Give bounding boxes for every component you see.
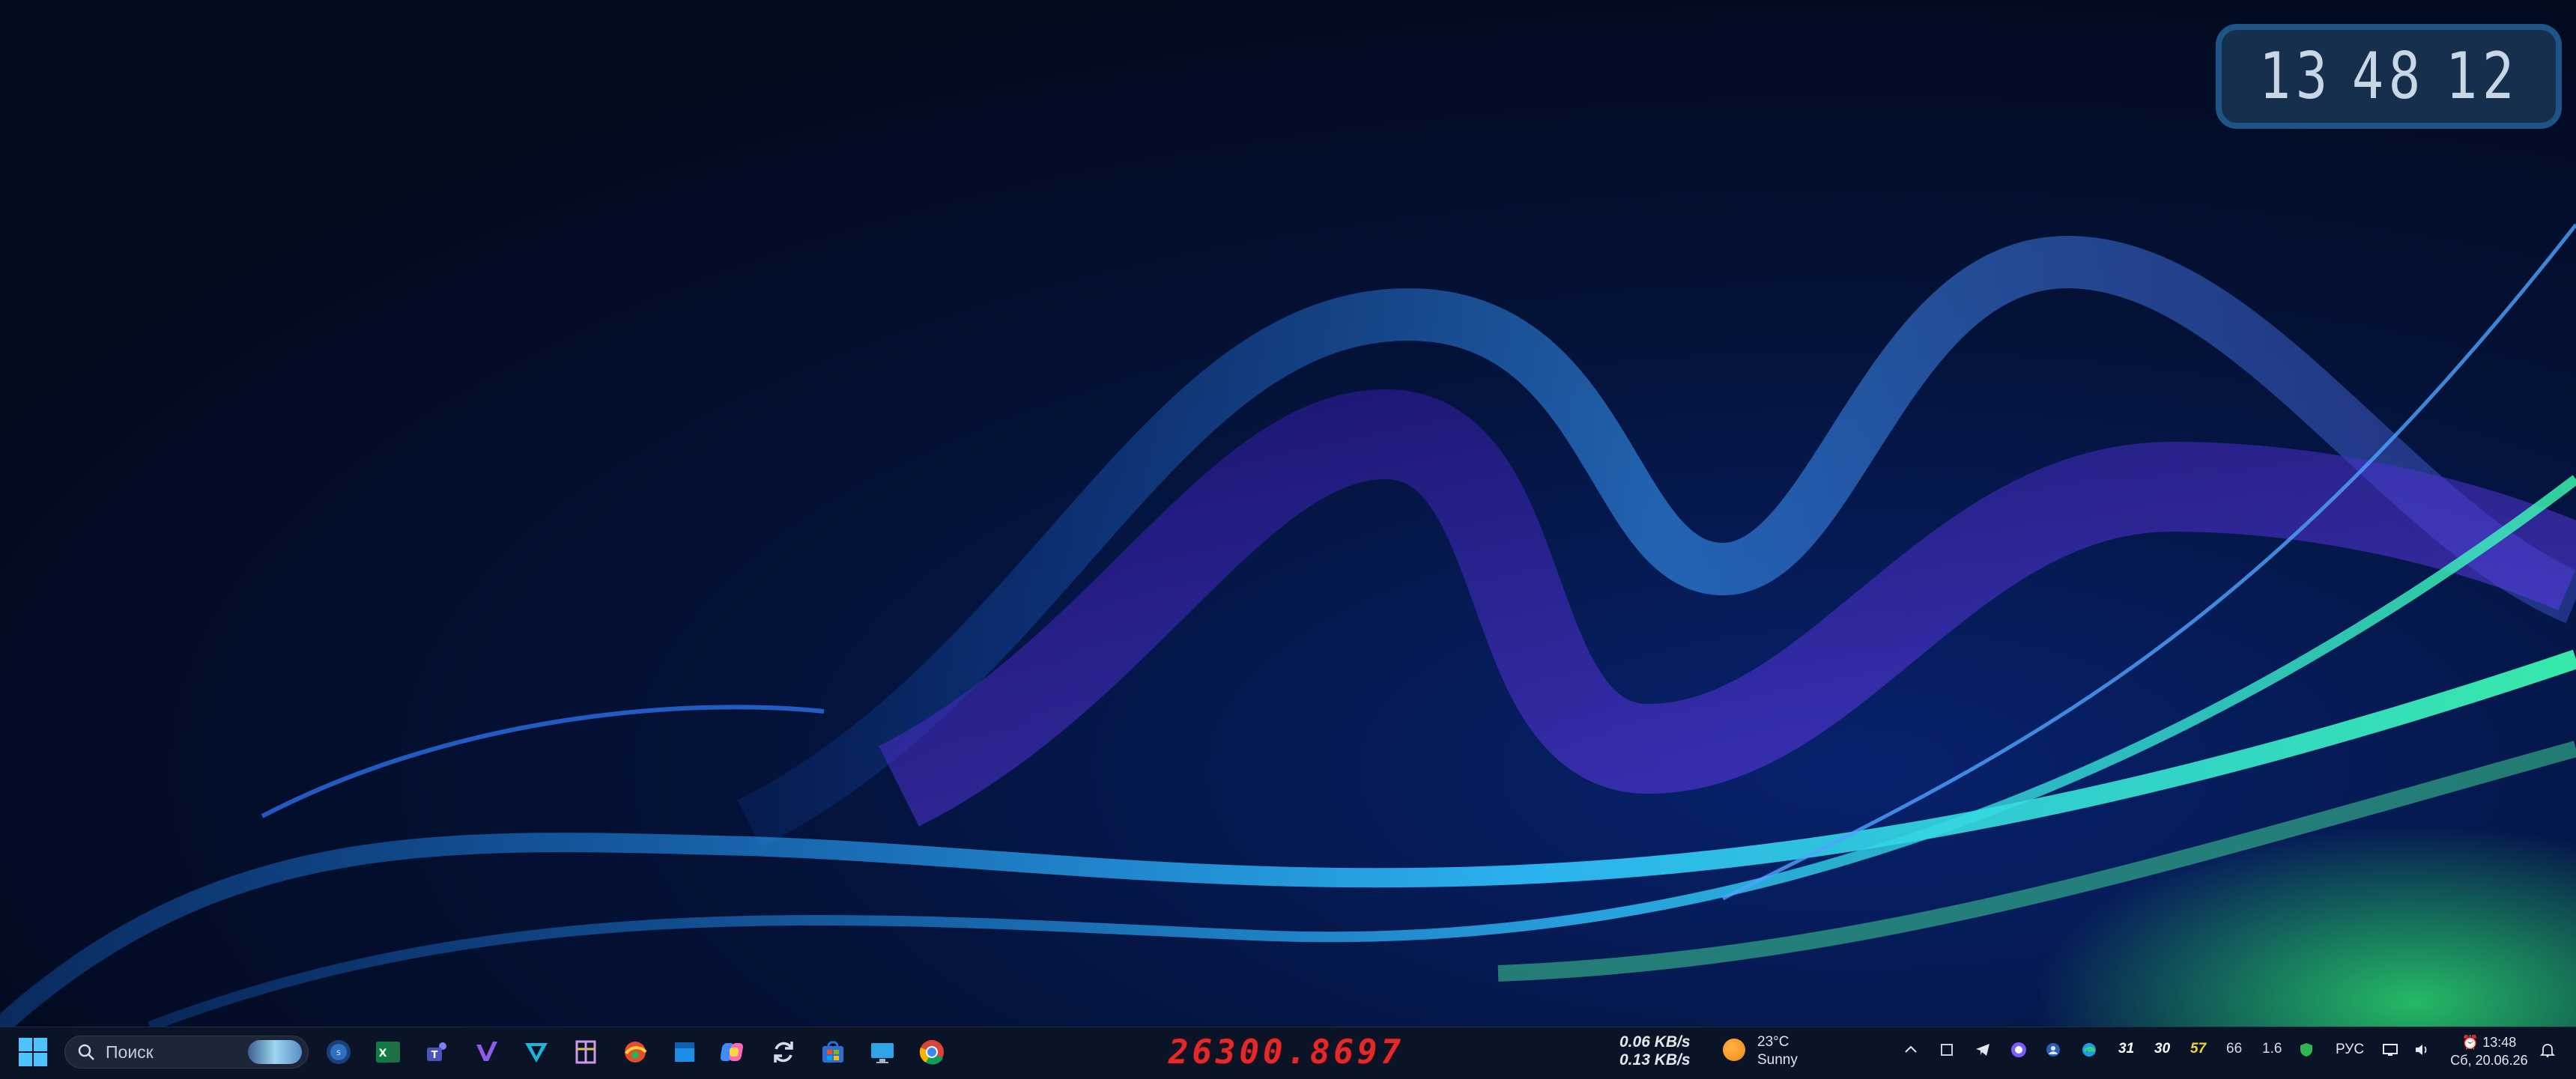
start-button[interactable] (16, 1036, 49, 1069)
volume-button[interactable] (2412, 1040, 2431, 1060)
search-placeholder: Поиск (106, 1042, 154, 1062)
bell-icon (2539, 1044, 2556, 1057)
sun-icon[interactable] (1723, 1039, 1745, 1061)
vpn-icon (525, 1043, 548, 1063)
weather-temperature: 23°C (1757, 1034, 1789, 1050)
taskbar-app-monitor[interactable] (866, 1036, 899, 1069)
taskbar-app-store[interactable] (816, 1036, 849, 1069)
desktop-wallpaper (0, 0, 2576, 1027)
tray-stat-1[interactable]: 31 (2118, 1041, 2134, 1057)
clock-hours: 13 (2258, 39, 2333, 114)
copilot-icon (721, 1043, 743, 1061)
tray-stat-3[interactable]: 57 (2190, 1041, 2206, 1057)
taskbar-app-steam[interactable]: S (322, 1036, 355, 1069)
counter-display: 26300.8697 (1169, 1033, 1404, 1072)
taskbar-app-browser[interactable] (619, 1036, 652, 1069)
tool-icon (575, 1040, 596, 1064)
svg-text:S: S (336, 1050, 341, 1057)
clock-time-row: ⏰ 13:48 (2448, 1033, 2530, 1051)
svg-text:T: T (431, 1050, 438, 1061)
tray-stat-2[interactable]: 30 (2154, 1041, 2170, 1057)
show-hidden-icons-button[interactable] (1901, 1040, 1921, 1060)
taskbar-app-sync[interactable] (767, 1036, 800, 1069)
network-speed: 0.06 KB/s 0.13 KB/s (1619, 1033, 1709, 1069)
browser-app-icon (625, 1042, 647, 1063)
tray-app-telegram[interactable] (1973, 1040, 1992, 1060)
clock-date: Сб, 20.06.26 (2450, 1053, 2528, 1068)
blue-square-app-icon (675, 1042, 694, 1062)
excel-icon: X (376, 1042, 400, 1063)
chevron-up-icon (1905, 1045, 1917, 1053)
network-upload: 0.13 KB/s (1619, 1051, 1691, 1069)
taskbar-app-vpn[interactable] (520, 1036, 553, 1069)
weather-widget[interactable]: 23°C Sunny (1757, 1033, 1798, 1069)
user-icon (2046, 1043, 2060, 1057)
clock-seconds: 12 (2445, 39, 2519, 114)
svg-text:X: X (379, 1048, 387, 1060)
edge-icon (2082, 1043, 2096, 1057)
chat-icon (2011, 1042, 2026, 1057)
clock-minutes: 48 (2351, 39, 2426, 114)
taskbar-app-visual-studio[interactable] (470, 1036, 503, 1069)
square-icon (1941, 1044, 1953, 1056)
search-input[interactable]: Поиск (64, 1036, 309, 1069)
taskbar-app-tool[interactable] (569, 1036, 602, 1069)
tray-app-account[interactable] (2043, 1040, 2063, 1060)
telegram-icon (1976, 1044, 1989, 1056)
notifications-button[interactable] (2538, 1040, 2557, 1060)
tray-security[interactable] (2297, 1040, 2316, 1060)
clock-time: 13:48 (2482, 1035, 2517, 1050)
tray-stat-5[interactable]: 1.6 (2262, 1041, 2282, 1057)
network-download: 0.06 KB/s (1619, 1033, 1691, 1051)
network-button[interactable] (2380, 1040, 2400, 1060)
language-indicator[interactable]: РУС (2336, 1042, 2364, 1058)
search-highlight-image (248, 1040, 302, 1064)
alarm-icon: ⏰ (2461, 1035, 2479, 1050)
monitor-icon (871, 1043, 894, 1063)
shield-icon (2300, 1043, 2312, 1057)
weather-condition: Sunny (1757, 1052, 1798, 1068)
taskbar-app-excel[interactable]: X (372, 1036, 404, 1069)
clock-widget: 13 48 12 (2216, 24, 2562, 129)
chrome-icon (919, 1040, 944, 1065)
network-icon (2383, 1044, 2398, 1056)
taskbar-app-teams[interactable]: T (421, 1036, 454, 1069)
sync-icon (774, 1042, 793, 1063)
tray-app-edge[interactable] (2079, 1040, 2099, 1060)
steam-icon: S (327, 1040, 351, 1064)
tray-app-chat[interactable] (2009, 1040, 2028, 1060)
visual-studio-icon (476, 1042, 497, 1061)
taskbar-app-blue-square[interactable] (668, 1036, 701, 1069)
windows-icon (19, 1038, 47, 1066)
tray-stat-4[interactable]: 66 (2226, 1041, 2242, 1057)
taskbar-app-copilot[interactable] (718, 1036, 751, 1069)
taskbar-app-chrome[interactable] (915, 1036, 948, 1069)
speaker-icon (2416, 1045, 2427, 1055)
store-icon (822, 1041, 843, 1063)
tray-app-square[interactable] (1937, 1040, 1957, 1060)
teams-icon: T (427, 1042, 446, 1061)
system-clock[interactable]: ⏰ 13:48 Сб, 20.06.26 (2448, 1033, 2530, 1069)
search-icon (78, 1044, 94, 1060)
